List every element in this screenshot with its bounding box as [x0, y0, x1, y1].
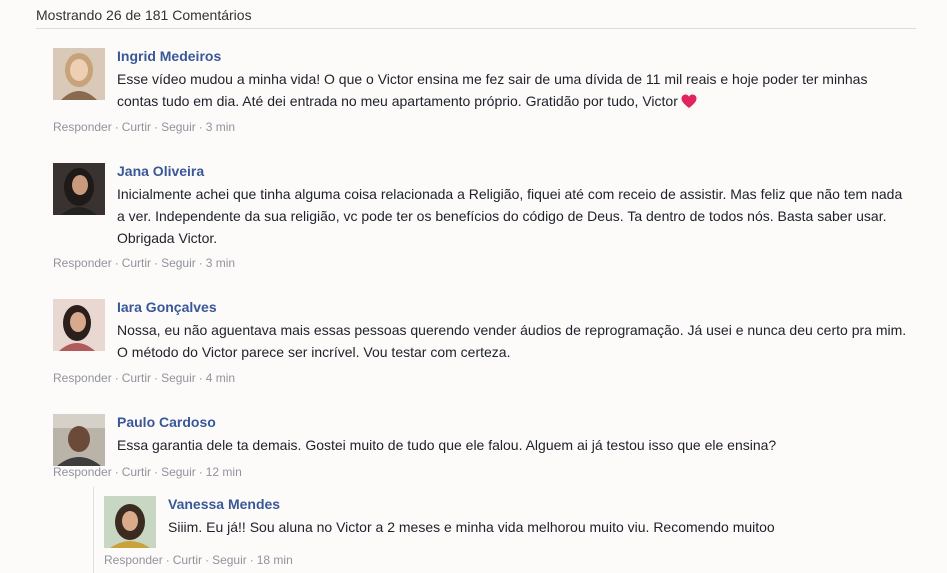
heart-icon [681, 93, 697, 115]
separator: · [154, 371, 159, 385]
reply-link[interactable]: Responder [53, 371, 112, 385]
avatar[interactable] [104, 496, 156, 548]
comment-author[interactable]: Jana Oliveira [117, 163, 204, 179]
comment-text: Essa garantia dele ta demais. Gostei mui… [117, 437, 777, 453]
follow-link[interactable]: Seguir [161, 256, 196, 270]
comment-text: Siiim. Eu já!! Sou aluna no Victor a 2 m… [168, 519, 775, 535]
separator: · [165, 553, 170, 567]
separator: · [198, 371, 203, 385]
comment-timestamp: 3 min [205, 256, 236, 270]
avatar[interactable] [53, 414, 105, 466]
comment-actions: Responder · Curtir · Seguir · 3 min [53, 120, 235, 134]
comment-timestamp: 12 min [205, 465, 242, 479]
like-link[interactable]: Curtir [173, 553, 202, 567]
like-link[interactable]: Curtir [122, 256, 151, 270]
comment-author[interactable]: Paulo Cardoso [117, 414, 216, 430]
reply-link[interactable]: Responder [53, 465, 112, 479]
comment-timestamp: 18 min [256, 553, 293, 567]
reply-link[interactable]: Responder [104, 553, 163, 567]
comment-timestamp: 4 min [205, 371, 236, 385]
comment-actions: Responder · Curtir · Seguir · 4 min [53, 371, 235, 385]
follow-link[interactable]: Seguir [212, 553, 247, 567]
separator: · [114, 120, 119, 134]
separator: · [114, 256, 119, 270]
like-link[interactable]: Curtir [122, 371, 151, 385]
comment-text-content: Esse vídeo mudou a minha vida! O que o V… [117, 71, 868, 109]
separator: · [198, 465, 203, 479]
comments-count-header: Mostrando 26 de 181 Comentários [36, 7, 916, 29]
separator: · [114, 371, 119, 385]
reply-thread-line [93, 487, 94, 573]
comment-actions: Responder · Curtir · Seguir · 12 min [53, 465, 242, 479]
reply-link[interactable]: Responder [53, 120, 112, 134]
avatar[interactable] [53, 48, 105, 100]
comment-text: Inicialmente achei que tinha alguma cois… [117, 186, 903, 246]
separator: · [114, 465, 119, 479]
comment-timestamp: 3 min [205, 120, 236, 134]
avatar[interactable] [53, 163, 105, 215]
separator: · [154, 256, 159, 270]
follow-link[interactable]: Seguir [161, 465, 196, 479]
comment-author[interactable]: Ingrid Medeiros [117, 48, 221, 64]
comment-author[interactable]: Vanessa Mendes [168, 496, 280, 512]
separator: · [154, 465, 159, 479]
comment-actions: Responder · Curtir · Seguir · 18 min [104, 553, 293, 567]
separator: · [198, 120, 203, 134]
comment-text: Nossa, eu não aguentava mais essas pesso… [117, 322, 907, 360]
like-link[interactable]: Curtir [122, 465, 151, 479]
separator: · [154, 120, 159, 134]
separator: · [198, 256, 203, 270]
follow-link[interactable]: Seguir [161, 371, 196, 385]
reply-link[interactable]: Responder [53, 256, 112, 270]
like-link[interactable]: Curtir [122, 120, 151, 134]
separator: · [249, 553, 254, 567]
comment-author[interactable]: Iara Gonçalves [117, 299, 217, 315]
comment-actions: Responder · Curtir · Seguir · 3 min [53, 256, 235, 270]
separator: · [205, 553, 210, 567]
follow-link[interactable]: Seguir [161, 120, 196, 134]
avatar[interactable] [53, 299, 105, 351]
comment-text: Esse vídeo mudou a minha vida! O que o V… [117, 68, 907, 115]
